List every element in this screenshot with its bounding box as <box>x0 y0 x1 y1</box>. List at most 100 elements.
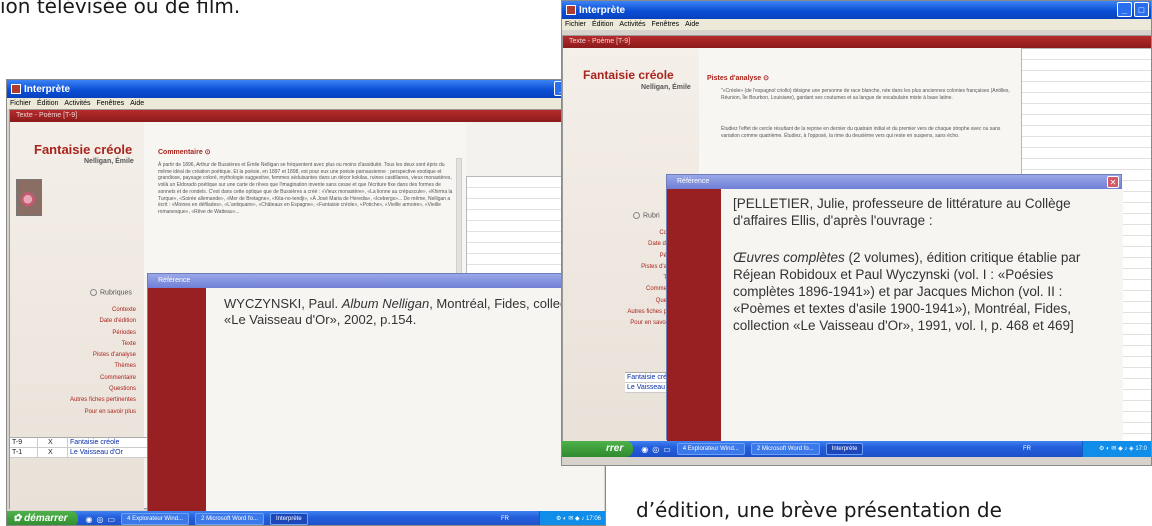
pistes-pane: Pistes d'analyse ⊙ "«Créole» (de l'espag… <box>699 48 1021 176</box>
poem-window-title-text: Texte - Poème [T-9] <box>569 38 631 45</box>
rubrique-contexte[interactable]: Co <box>627 228 667 239</box>
left-reference-window: Référence ✕ WYCZYNSKI, Paul. Album Nelli… <box>147 273 604 512</box>
reference-close-button[interactable]: ✕ <box>1107 176 1119 188</box>
comment-heading-text: Commentaire <box>158 149 203 156</box>
reference-line-1: [PELLETIER, Julie, professeure de littér… <box>733 196 1071 228</box>
desktop-icon[interactable]: ▭ <box>663 445 671 454</box>
rubrique-pour-en-savoir-plus[interactable]: Pour en savoi <box>627 318 667 329</box>
right-poem-window-title: Texte - Poème [T-9] <box>563 36 1151 48</box>
right-reference-window: Référence ✕ [PELLETIER, Julie, professeu… <box>666 174 1123 441</box>
reference-titlebar: Référence ✕ <box>148 274 602 288</box>
menu-edition[interactable]: Édition <box>592 19 613 30</box>
quick-launch: ◉ ◎ ▭ <box>86 515 116 524</box>
rubriques-label: Rubriques <box>100 289 132 297</box>
rubrique-date-edition[interactable]: Date d'édition <box>70 316 136 327</box>
task-word[interactable]: 2 Microsoft Word fo... <box>195 513 264 525</box>
row-id: T-9 <box>10 438 38 447</box>
language-indicator[interactable]: FR <box>501 511 509 525</box>
table-row[interactable]: T-9 X Fantaisie créole <box>10 438 150 448</box>
rubrique-questions[interactable]: Que <box>627 296 667 307</box>
quick-launch: ◉ ◎ ▭ <box>641 445 671 454</box>
media-icon[interactable]: ◎ <box>652 445 659 454</box>
row-id: T-1 <box>10 448 38 457</box>
right-app-title: Interprète <box>579 4 626 16</box>
task-explorer[interactable]: 4 Explorateur Wind... <box>121 513 190 525</box>
reference-body: [PELLETIER, Julie, professeure de littér… <box>721 189 1123 441</box>
left-screenshot: Interprète _ □ ✕ Fichier Édition Activit… <box>6 79 606 526</box>
rubrique-commentaire[interactable]: Commentaire <box>70 373 136 384</box>
ie-icon[interactable]: ◉ <box>86 515 93 524</box>
rubrique-pour-en-savoir-plus[interactable]: Pour en savoir plus <box>70 407 136 418</box>
row-title: Fantaisie cré <box>627 374 668 381</box>
rubriques-toggle-icon <box>633 212 640 219</box>
rubrique-texte[interactable]: Texte <box>70 339 136 350</box>
reference-prefix: WYCZYNSKI, Paul. <box>224 296 342 311</box>
rubrique-pistes-analyse[interactable]: Pistes d'analyse <box>70 350 136 361</box>
desktop-icon[interactable]: ▭ <box>108 515 116 524</box>
left-taskbar: ✿ démarrer ◉ ◎ ▭ 4 Explorateur Wind... 2 M… <box>7 511 605 525</box>
right-menubar: Fichier Édition Activités Fenêtres Aide <box>562 19 1151 30</box>
menu-fenetres[interactable]: Fenêtres <box>96 98 124 109</box>
row-title: Le Vaisseau <box>627 384 666 391</box>
row-mark: X <box>38 438 68 447</box>
rubrique-autres-fiches[interactable]: Autres fiches p <box>627 307 667 318</box>
maximize-button[interactable]: □ <box>1134 2 1149 17</box>
pistes-paragraph-1: "«Créole» (de l'espagnol criollo) désign… <box>721 88 1010 101</box>
rubrique-periodes[interactable]: Pé <box>627 251 667 262</box>
menu-aide[interactable]: Aide <box>130 98 144 109</box>
pistes-heading: Pistes d'analyse ⊙ <box>707 75 770 82</box>
left-app-titlebar: Interprète _ □ ✕ <box>7 80 605 98</box>
menu-activites[interactable]: Activités <box>64 98 90 109</box>
reference-strip <box>148 288 206 512</box>
rubrique-periodes[interactable]: Périodes <box>70 328 136 339</box>
rubrique-pistes-analyse[interactable]: Pistes d'a <box>627 262 667 273</box>
rubriques-heading[interactable]: Rubri <box>633 212 660 219</box>
reference-titlebar: Référence ✕ <box>667 175 1121 189</box>
poem-author: Nelligan, Émile <box>641 84 691 91</box>
rubrique-themes[interactable]: Thèmes <box>70 361 136 372</box>
clock: 17:0 <box>1135 446 1147 452</box>
rubrique-themes[interactable]: T <box>627 273 667 284</box>
left-app-title: Interprète <box>24 83 71 95</box>
media-icon[interactable]: ◎ <box>97 515 104 524</box>
rubrique-commentaire[interactable]: Comme <box>627 284 667 295</box>
pistes-heading-text: Pistes d'analyse <box>707 75 762 82</box>
rubriques-list: Co Date d' Pé Pistes d'a T Comme Que Aut… <box>627 228 667 330</box>
table-row[interactable]: T-1 X Le Vaisseau d'Or <box>10 448 150 458</box>
ie-icon[interactable]: ◉ <box>641 445 648 454</box>
minimize-button[interactable]: _ <box>1117 2 1132 17</box>
left-poem-window-title: Texte - Poème [T-9] × <box>10 110 602 122</box>
task-interprete[interactable]: Interprète <box>825 443 864 455</box>
language-indicator[interactable]: FR <box>1023 441 1031 457</box>
rubrique-date-edition[interactable]: Date d' <box>627 239 667 250</box>
menu-fenetres[interactable]: Fenêtres <box>651 19 679 30</box>
rubrique-contexte[interactable]: Contexte <box>70 305 136 316</box>
start-button[interactable]: rrer <box>562 441 634 457</box>
task-interprete[interactable]: Interprète <box>270 513 308 525</box>
menu-activites[interactable]: Activités <box>619 19 645 30</box>
menu-edition[interactable]: Édition <box>37 98 58 109</box>
menu-aide[interactable]: Aide <box>685 19 699 30</box>
right-app-titlebar: Interprète _ □ <box>562 1 1151 19</box>
rubriques-list: Contexte Date d'édition Périodes Texte P… <box>70 305 136 418</box>
task-word[interactable]: 2 Microsoft Word fo... <box>750 443 820 455</box>
reference-title: Référence <box>158 277 191 284</box>
document-bottom-text: d’édition, une brève présentation de <box>636 498 1002 522</box>
reference-title: Référence <box>677 178 710 185</box>
poem-window-title-text: Texte - Poème [T-9] <box>16 112 78 119</box>
results-table: T-9 X Fantaisie créole T-1 X Le Vaisseau… <box>10 437 150 458</box>
reference-body: WYCZYNSKI, Paul. Album Nelligan, Montréa… <box>206 288 604 512</box>
rubriques-heading[interactable]: Rubriques <box>90 289 132 296</box>
document-top-text: ion télévisée ou de film. <box>0 0 241 18</box>
system-tray: ⚙ ◐ ✉ ◆ ♪ 17:06 <box>539 511 605 525</box>
row-title: Le Vaisseau d'Or <box>70 449 123 456</box>
task-explorer[interactable]: 4 Explorateur Wind... <box>676 443 745 455</box>
poem-title: Fantaisie créole <box>34 142 133 157</box>
rubrique-autres-fiches[interactable]: Autres fiches pertinentes <box>70 395 136 406</box>
rubrique-questions[interactable]: Questions <box>70 384 136 395</box>
start-button[interactable]: ✿ démarrer <box>7 511 78 525</box>
menu-fichier[interactable]: Fichier <box>10 98 31 109</box>
reference-strip <box>667 189 721 441</box>
menu-fichier[interactable]: Fichier <box>565 19 586 30</box>
system-tray: ⚙ ◐ ✉ ◆ ♪ ◈ 17:0 <box>1082 441 1151 457</box>
